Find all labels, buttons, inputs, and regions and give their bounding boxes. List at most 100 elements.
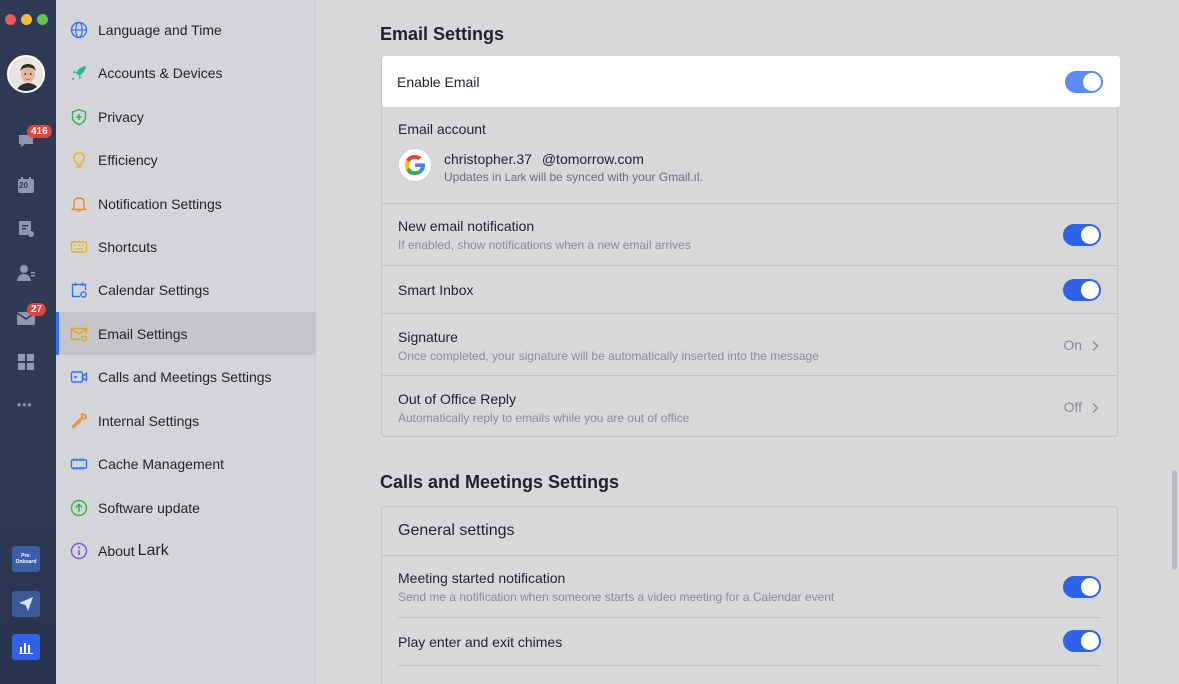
divider bbox=[398, 617, 1101, 618]
sidebar-item-label: Email Settings bbox=[98, 325, 188, 342]
send-app-icon[interactable] bbox=[12, 591, 40, 617]
upload-circle-icon bbox=[69, 498, 89, 518]
calls-settings-title: Calls and Meetings Settings bbox=[380, 472, 620, 492]
sidebar-item-calls-meetings[interactable]: Calls and Meetings Settings bbox=[56, 355, 316, 398]
shield-icon bbox=[69, 107, 89, 127]
divider bbox=[382, 313, 1117, 314]
chevron-right-icon[interactable] bbox=[1090, 402, 1100, 414]
sidebar-item-internal-settings[interactable]: Internal Settings bbox=[56, 399, 316, 442]
sidebar-item-brand: Lark bbox=[137, 541, 169, 559]
sidebar-item-label: Calendar Settings bbox=[98, 281, 210, 298]
sidebar-item-cache-management[interactable]: Cache Management bbox=[56, 442, 316, 485]
ooo-title: Out of Office Reply bbox=[398, 391, 517, 407]
video-icon bbox=[69, 367, 89, 387]
email-account-user: christopher.37 bbox=[444, 151, 532, 167]
email-account-domain: @tomorrow.com bbox=[541, 151, 644, 167]
email-account-note-post: will be synced with your Gmail.ıl. bbox=[529, 170, 703, 184]
meeting-started-desc: Send me a notification when someone star… bbox=[398, 590, 835, 604]
smart-inbox-title: Smart Inbox bbox=[398, 282, 474, 298]
chat-badge: 416 bbox=[27, 125, 52, 138]
email-account-note: Updates in Lark will be synced with your… bbox=[444, 170, 703, 184]
sidebar-item-privacy[interactable]: Privacy bbox=[56, 95, 316, 138]
chimes-toggle[interactable] bbox=[1063, 630, 1101, 652]
info-icon bbox=[69, 541, 89, 561]
sidebar-item-label: Accounts & Devices bbox=[98, 64, 223, 81]
divider bbox=[382, 265, 1117, 266]
settings-sidebar: Language and Time Accounts & Devices Pri… bbox=[56, 0, 316, 684]
email-account-address: christopher.37 @tomorrow.com bbox=[444, 151, 644, 167]
sidebar-item-label: Language and Time bbox=[98, 21, 222, 38]
sidebar-item-language-time[interactable]: Language and Time bbox=[56, 8, 316, 51]
chip-icon bbox=[69, 454, 89, 474]
mail-gear-icon bbox=[69, 324, 89, 344]
email-settings-title: Email Settings bbox=[380, 24, 505, 44]
globe-icon bbox=[69, 20, 89, 40]
sidebar-item-label: Cache Management bbox=[98, 455, 225, 472]
mail-badge: 27 bbox=[27, 303, 47, 316]
divider bbox=[382, 375, 1117, 376]
signature-desc: Once completed, your signature will be a… bbox=[398, 349, 819, 363]
smart-inbox-toggle[interactable] bbox=[1063, 279, 1101, 301]
enable-email-row: Enable Email bbox=[382, 56, 1120, 107]
meeting-started-toggle[interactable] bbox=[1063, 576, 1101, 598]
divider bbox=[382, 203, 1117, 204]
email-account-label: Email account bbox=[398, 121, 486, 137]
sidebar-item-calendar-settings[interactable]: Calendar Settings bbox=[56, 268, 316, 311]
sidebar-item-about[interactable]: About Lark bbox=[56, 529, 316, 572]
workplace-icon[interactable] bbox=[15, 351, 37, 373]
chevron-right-icon[interactable] bbox=[1090, 340, 1100, 352]
settings-main: Email Settings Email account christopher… bbox=[317, 0, 1179, 684]
email-account-note-brand: Lark bbox=[504, 172, 527, 184]
new-email-notification-title: New email notification bbox=[398, 218, 535, 234]
sidebar-item-email-settings[interactable]: Email Settings bbox=[56, 312, 316, 355]
bell-icon bbox=[69, 194, 89, 214]
calls-settings-card: General settings Meeting started notific… bbox=[381, 506, 1118, 684]
sidebar-item-label: Calls and Meetings Settings bbox=[98, 368, 272, 385]
pre-onboard-app[interactable]: Pre- Onboard bbox=[12, 546, 40, 572]
enable-email-toggle[interactable] bbox=[1065, 71, 1103, 93]
sidebar-item-label: Notification Settings bbox=[98, 195, 222, 212]
app-rail: 416 20 27 ••• Pre- Onboard bbox=[0, 0, 56, 684]
divider bbox=[382, 555, 1117, 556]
sidebar-item-accounts-devices[interactable]: Accounts & Devices bbox=[56, 51, 316, 94]
sidebar-item-shortcuts[interactable]: Shortcuts bbox=[56, 225, 316, 268]
email-account-note-pre: Updates in bbox=[444, 170, 502, 184]
avatar[interactable] bbox=[7, 55, 45, 93]
sidebar-item-software-update[interactable]: Software update bbox=[56, 486, 316, 529]
more-icon[interactable]: ••• bbox=[17, 398, 33, 412]
email-settings-card: Email account christopher.37 @tomorrow.c… bbox=[381, 56, 1118, 437]
sidebar-item-label: Software update bbox=[98, 499, 200, 516]
divider bbox=[398, 665, 1101, 666]
sidebar-item-notification-settings[interactable]: Notification Settings bbox=[56, 182, 316, 225]
docs-icon[interactable] bbox=[15, 218, 37, 240]
calendar-gear-icon bbox=[69, 280, 89, 300]
sidebar-item-label: About bbox=[98, 542, 135, 559]
contacts-icon[interactable] bbox=[15, 262, 37, 284]
chimes-title: Play enter and exit chimes bbox=[398, 634, 563, 650]
onboard-label-2: Onboard bbox=[15, 559, 37, 565]
window-zoom-button[interactable] bbox=[37, 14, 48, 25]
keyboard-icon bbox=[69, 237, 89, 257]
new-email-notification-toggle[interactable] bbox=[1063, 224, 1101, 246]
wrench-icon bbox=[69, 411, 89, 431]
enable-email-label: Enable Email bbox=[397, 74, 480, 90]
window-close-button[interactable] bbox=[5, 14, 16, 25]
meeting-started-title: Meeting started notification bbox=[398, 570, 566, 586]
sidebar-item-label: Shortcuts bbox=[98, 238, 158, 255]
signature-value[interactable]: On bbox=[1063, 337, 1082, 353]
google-logo-icon bbox=[398, 148, 432, 182]
general-settings-label: General settings bbox=[398, 522, 515, 539]
sidebar-item-efficiency[interactable]: Efficiency bbox=[56, 138, 316, 181]
window-minimize-button[interactable] bbox=[21, 14, 32, 25]
scrollbar[interactable] bbox=[1172, 470, 1177, 570]
analytics-app-icon[interactable] bbox=[12, 634, 40, 660]
lightbulb-icon bbox=[69, 150, 89, 170]
sidebar-item-label: Internal Settings bbox=[98, 412, 200, 429]
rocket-icon bbox=[69, 63, 89, 83]
sidebar-item-label: Privacy bbox=[98, 108, 144, 125]
calendar-day: 20 bbox=[19, 181, 28, 190]
ooo-desc: Automatically reply to emails while you … bbox=[398, 411, 690, 425]
sidebar-item-label: Efficiency bbox=[98, 151, 158, 168]
ooo-value[interactable]: Off bbox=[1064, 399, 1082, 415]
new-email-notification-desc: If enabled, show notifications when a ne… bbox=[398, 238, 691, 252]
